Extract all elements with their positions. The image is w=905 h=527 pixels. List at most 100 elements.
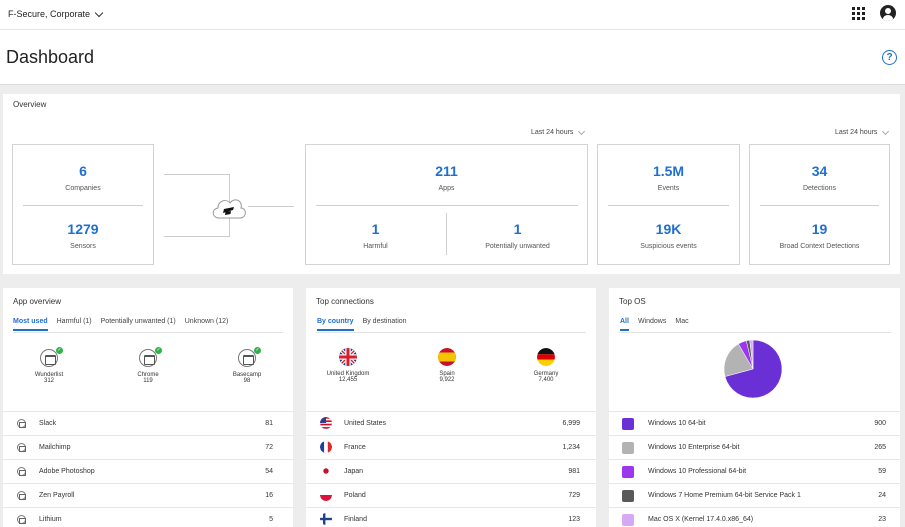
japan-flag-icon: [320, 465, 332, 477]
app-overview-tabs: Most used Harmful (1) Potentially unwant…: [13, 318, 228, 331]
os-count: 59: [878, 468, 886, 475]
os-name: Windows 10 64-bit: [648, 420, 706, 427]
top-connections-title: Top connections: [316, 297, 374, 306]
connector-line: [164, 174, 230, 175]
list-item[interactable]: France 1,234: [306, 435, 596, 459]
time-range-label: Last 24 hours: [835, 129, 878, 136]
featured-app-count: 119: [143, 378, 153, 384]
user-avatar-icon[interactable]: [880, 5, 896, 21]
harmful-stat[interactable]: 1 Harmful: [305, 221, 446, 250]
featured-app[interactable]: ✓ Chrome 119: [123, 347, 173, 384]
os-color-swatch: [622, 442, 634, 454]
divider: [23, 205, 143, 206]
f-secure-cloud-icon: [212, 199, 246, 219]
os-name: Windows 10 Professional 64-bit: [648, 468, 747, 475]
country-count: 729: [568, 492, 580, 499]
list-item[interactable]: Windows 10 Enterprise 64-bit 265: [609, 435, 900, 459]
tab-unknown[interactable]: Unknown (12): [185, 318, 229, 331]
app-name: Adobe Photoshop: [39, 468, 95, 475]
top-os-tabs: All Windows Mac: [620, 318, 689, 331]
connector-line: [164, 236, 230, 237]
list-item[interactable]: Slack 81: [3, 411, 293, 435]
events-count: 1.5M: [652, 163, 685, 179]
os-count: 265: [874, 444, 886, 451]
os-name: Windows 7 Home Premium 64-bit Service Pa…: [648, 492, 801, 499]
os-count: 23: [878, 516, 886, 523]
list-item[interactable]: Japan 981: [306, 459, 596, 483]
detections-stat[interactable]: 34 Detections: [749, 163, 890, 192]
list-item[interactable]: Windows 10 Professional 64-bit 59: [609, 459, 900, 483]
sensors-stat[interactable]: 1279 Sensors: [12, 221, 154, 250]
tab-most-used[interactable]: Most used: [13, 318, 48, 331]
sensors-label: Sensors: [70, 243, 96, 250]
suspicious-events-stat[interactable]: 19K Suspicious events: [597, 221, 740, 250]
chevron-down-icon: [578, 127, 586, 135]
os-pie-chart: [723, 339, 783, 399]
list-item[interactable]: Mailchimp 72: [3, 435, 293, 459]
tab-potentially-unwanted[interactable]: Potentially unwanted (1): [101, 318, 176, 331]
help-icon[interactable]: ?: [882, 50, 897, 65]
us-flag-icon: [320, 417, 332, 429]
list-item[interactable]: Mac OS X (Kernel 17.4.0.x86_64) 23: [609, 507, 900, 527]
featured-app[interactable]: ✓ Wunderlist 312: [24, 347, 74, 384]
suspicious-events-label: Suspicious events: [640, 243, 697, 250]
tab-mac[interactable]: Mac: [675, 318, 688, 331]
app-name: Zen Payroll: [39, 492, 75, 499]
potentially-unwanted-count: 1: [513, 221, 522, 237]
broad-context-detections-count: 19: [811, 221, 828, 237]
app-count: 54: [265, 468, 273, 475]
page-title: Dashboard: [6, 47, 95, 67]
list-item[interactable]: Finland 123: [306, 507, 596, 527]
featured-country[interactable]: Germany 7,400: [521, 348, 571, 383]
app-count: 5: [269, 516, 273, 523]
connector-line: [248, 206, 294, 207]
app-window-icon: [17, 467, 26, 476]
app-window-icon: ✓: [238, 347, 261, 367]
app-name: Slack: [39, 420, 57, 427]
divider: [760, 205, 879, 206]
events-stat[interactable]: 1.5M Events: [597, 163, 740, 192]
app-count: 81: [265, 420, 273, 427]
top-bar: F-Secure, Corporate: [0, 0, 905, 30]
list-item[interactable]: Poland 729: [306, 483, 596, 507]
france-flag-icon: [320, 441, 332, 453]
tab-by-destination[interactable]: By destination: [363, 318, 407, 331]
time-range-label: Last 24 hours: [531, 129, 574, 136]
tab-all[interactable]: All: [620, 318, 629, 331]
broad-context-detections-label: Broad Context Detections: [779, 243, 860, 250]
divider: [316, 205, 578, 206]
list-item[interactable]: Windows 7 Home Premium 64-bit Service Pa…: [609, 483, 900, 507]
os-name: Mac OS X (Kernel 17.4.0.x86_64): [648, 516, 754, 523]
os-color-swatch: [622, 514, 634, 526]
time-range-selector-detections[interactable]: Last 24 hours: [835, 127, 890, 136]
potentially-unwanted-stat[interactable]: 1 Potentially unwanted: [447, 221, 588, 250]
os-count: 900: [874, 420, 886, 427]
organization-selector[interactable]: F-Secure, Corporate: [8, 8, 104, 19]
list-item[interactable]: United States 6,999: [306, 411, 596, 435]
featured-app[interactable]: ✓ Basecamp 98: [222, 347, 272, 384]
apps-grid-icon[interactable]: [852, 7, 865, 20]
check-icon: ✓: [56, 347, 63, 354]
featured-country[interactable]: United Kingdom 12,455: [323, 348, 373, 383]
app-name: Lithium: [39, 516, 62, 523]
tab-harmful[interactable]: Harmful (1): [57, 318, 92, 331]
apps-stat[interactable]: 211 Apps: [305, 163, 588, 192]
tab-windows[interactable]: Windows: [638, 318, 666, 331]
companies-stat[interactable]: 6 Companies: [12, 163, 154, 192]
tab-by-country[interactable]: By country: [317, 318, 354, 331]
country-name: France: [344, 444, 366, 451]
country-count: 7,400: [538, 377, 554, 383]
divider: [608, 205, 729, 206]
app-count: 16: [265, 492, 273, 499]
list-item[interactable]: Windows 10 64-bit 900: [609, 411, 900, 435]
finland-flag-icon: [320, 513, 332, 525]
harmful-label: Harmful: [363, 243, 388, 250]
broad-context-detections-stat[interactable]: 19 Broad Context Detections: [749, 221, 890, 250]
list-item[interactable]: Adobe Photoshop 54: [3, 459, 293, 483]
time-range-selector-apps[interactable]: Last 24 hours: [531, 127, 586, 136]
featured-country[interactable]: Spain 9,922: [422, 348, 472, 383]
list-item[interactable]: Zen Payroll 16: [3, 483, 293, 507]
country-count: 6,999: [562, 420, 580, 427]
list-item[interactable]: Lithium 5: [3, 507, 293, 527]
events-label: Events: [657, 185, 680, 192]
